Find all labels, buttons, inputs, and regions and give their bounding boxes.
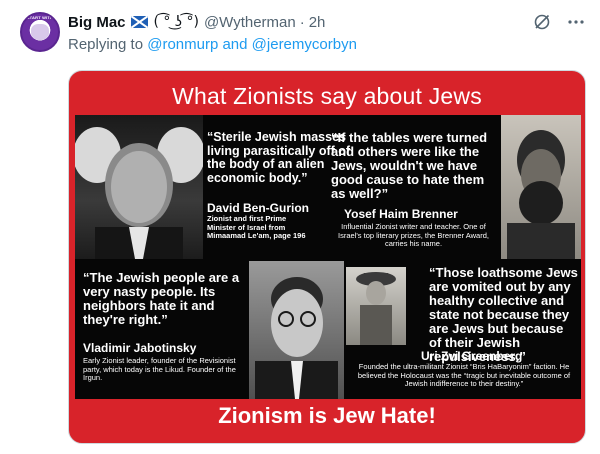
scotland-flag-icon: [130, 16, 148, 28]
quote-brenner: “If the tables were turned and others we…: [331, 130, 488, 202]
replying-to: Replying to @ronmurp and @jeremycorbyn: [68, 36, 357, 53]
portrait-ben-gurion: [75, 115, 203, 259]
more-icon[interactable]: [566, 12, 586, 32]
caption-brenner: Influential Zionist writer and teacher. …: [338, 222, 489, 249]
caption-jabotinsky: Early Zionist leader, founder of the Rev…: [83, 356, 236, 383]
avatar-text: START WITH: [26, 15, 54, 20]
avatar-face: [31, 24, 49, 40]
tweet-actions-top: [532, 12, 586, 32]
grok-icon[interactable]: [532, 12, 552, 32]
display-name[interactable]: Big Mac: [68, 14, 126, 31]
poster: What Zionists say about Jews “Sterile Je…: [69, 71, 585, 443]
quote-jabotinsky: “The Jewish people are a very nasty peop…: [83, 270, 240, 328]
name-brenner: Yosef Haim Brenner: [344, 207, 458, 221]
name-emoticon: ( ͡° ͜ʖ ͡°): [153, 14, 199, 30]
portrait-greenberg: [346, 267, 406, 345]
user-handle[interactable]: @Wytherman: [204, 14, 296, 31]
tweet-header: Big Mac ( ͡° ͜ʖ ͡°) @Wytherman · 2h: [68, 12, 325, 32]
tweet-image[interactable]: What Zionists say about Jews “Sterile Je…: [68, 70, 586, 444]
name-greenberg: Uri Zvi Greenberg: [421, 349, 523, 363]
caption-ben-gurion: Zionist and first Prime Minister of Isra…: [207, 214, 306, 241]
name-jabotinsky: Vladimir Jabotinsky: [83, 341, 197, 355]
portrait-brenner: [501, 115, 581, 259]
poster-footer: Zionism is Jew Hate!: [218, 403, 436, 428]
avatar[interactable]: START WITH: [20, 12, 60, 52]
poster-title: What Zionists say about Jews: [172, 83, 482, 109]
portrait-jabotinsky: [249, 261, 344, 399]
separator-dot: ·: [299, 13, 305, 31]
timestamp[interactable]: 2h: [309, 14, 326, 31]
caption-greenberg: Founded the ultra-militant Zionist “Bris…: [357, 362, 571, 389]
replying-prefix: Replying to: [68, 36, 144, 53]
replying-mentions[interactable]: @ronmurp and @jeremycorbyn: [147, 36, 357, 53]
name-ben-gurion: David Ben-Gurion: [207, 201, 310, 215]
